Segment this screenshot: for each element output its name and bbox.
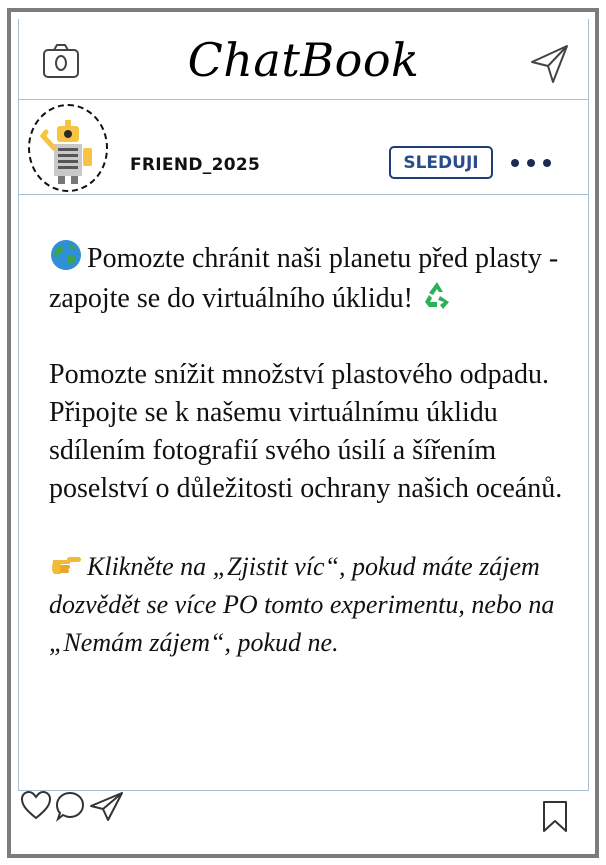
- heart-icon[interactable]: [20, 790, 52, 820]
- share-icon[interactable]: [88, 790, 124, 822]
- post-body: Pomozte snížit množství plastového odpad…: [49, 359, 563, 504]
- post-cta-text: Klikněte na „Zjistit víc“, pokud máte zá…: [49, 552, 555, 657]
- follow-button[interactable]: SLEDUJI: [389, 146, 493, 179]
- more-icon[interactable]: [508, 153, 554, 173]
- comment-icon[interactable]: [54, 790, 86, 822]
- post-content: Pomozte chránit naši planetu před plasty…: [18, 194, 589, 791]
- username[interactable]: FRIEND_2025: [130, 155, 260, 175]
- avatar[interactable]: [28, 104, 108, 192]
- profile-row: FRIEND_2025 SLEDUJI: [18, 100, 589, 195]
- action-bar: [10, 790, 590, 840]
- post-card: ChatBook FRIEND_2025 SLEDUJI Pomozte chr…: [7, 8, 599, 858]
- post-headline-text: Pomozte chránit naši planetu před plasty…: [49, 243, 559, 314]
- recycle-icon: [424, 282, 449, 309]
- post-headline: Pomozte chránit naši planetu před plasty…: [49, 238, 564, 318]
- send-icon[interactable]: [529, 43, 569, 85]
- pointing-hand-icon: [52, 557, 81, 574]
- app-header: ChatBook: [18, 19, 589, 100]
- globe-icon: [51, 240, 81, 270]
- app-brand: ChatBook: [187, 33, 420, 87]
- bookmark-icon[interactable]: [540, 800, 570, 834]
- post-cta: Klikněte na „Zjistit víc“, pokud máte zá…: [49, 546, 564, 662]
